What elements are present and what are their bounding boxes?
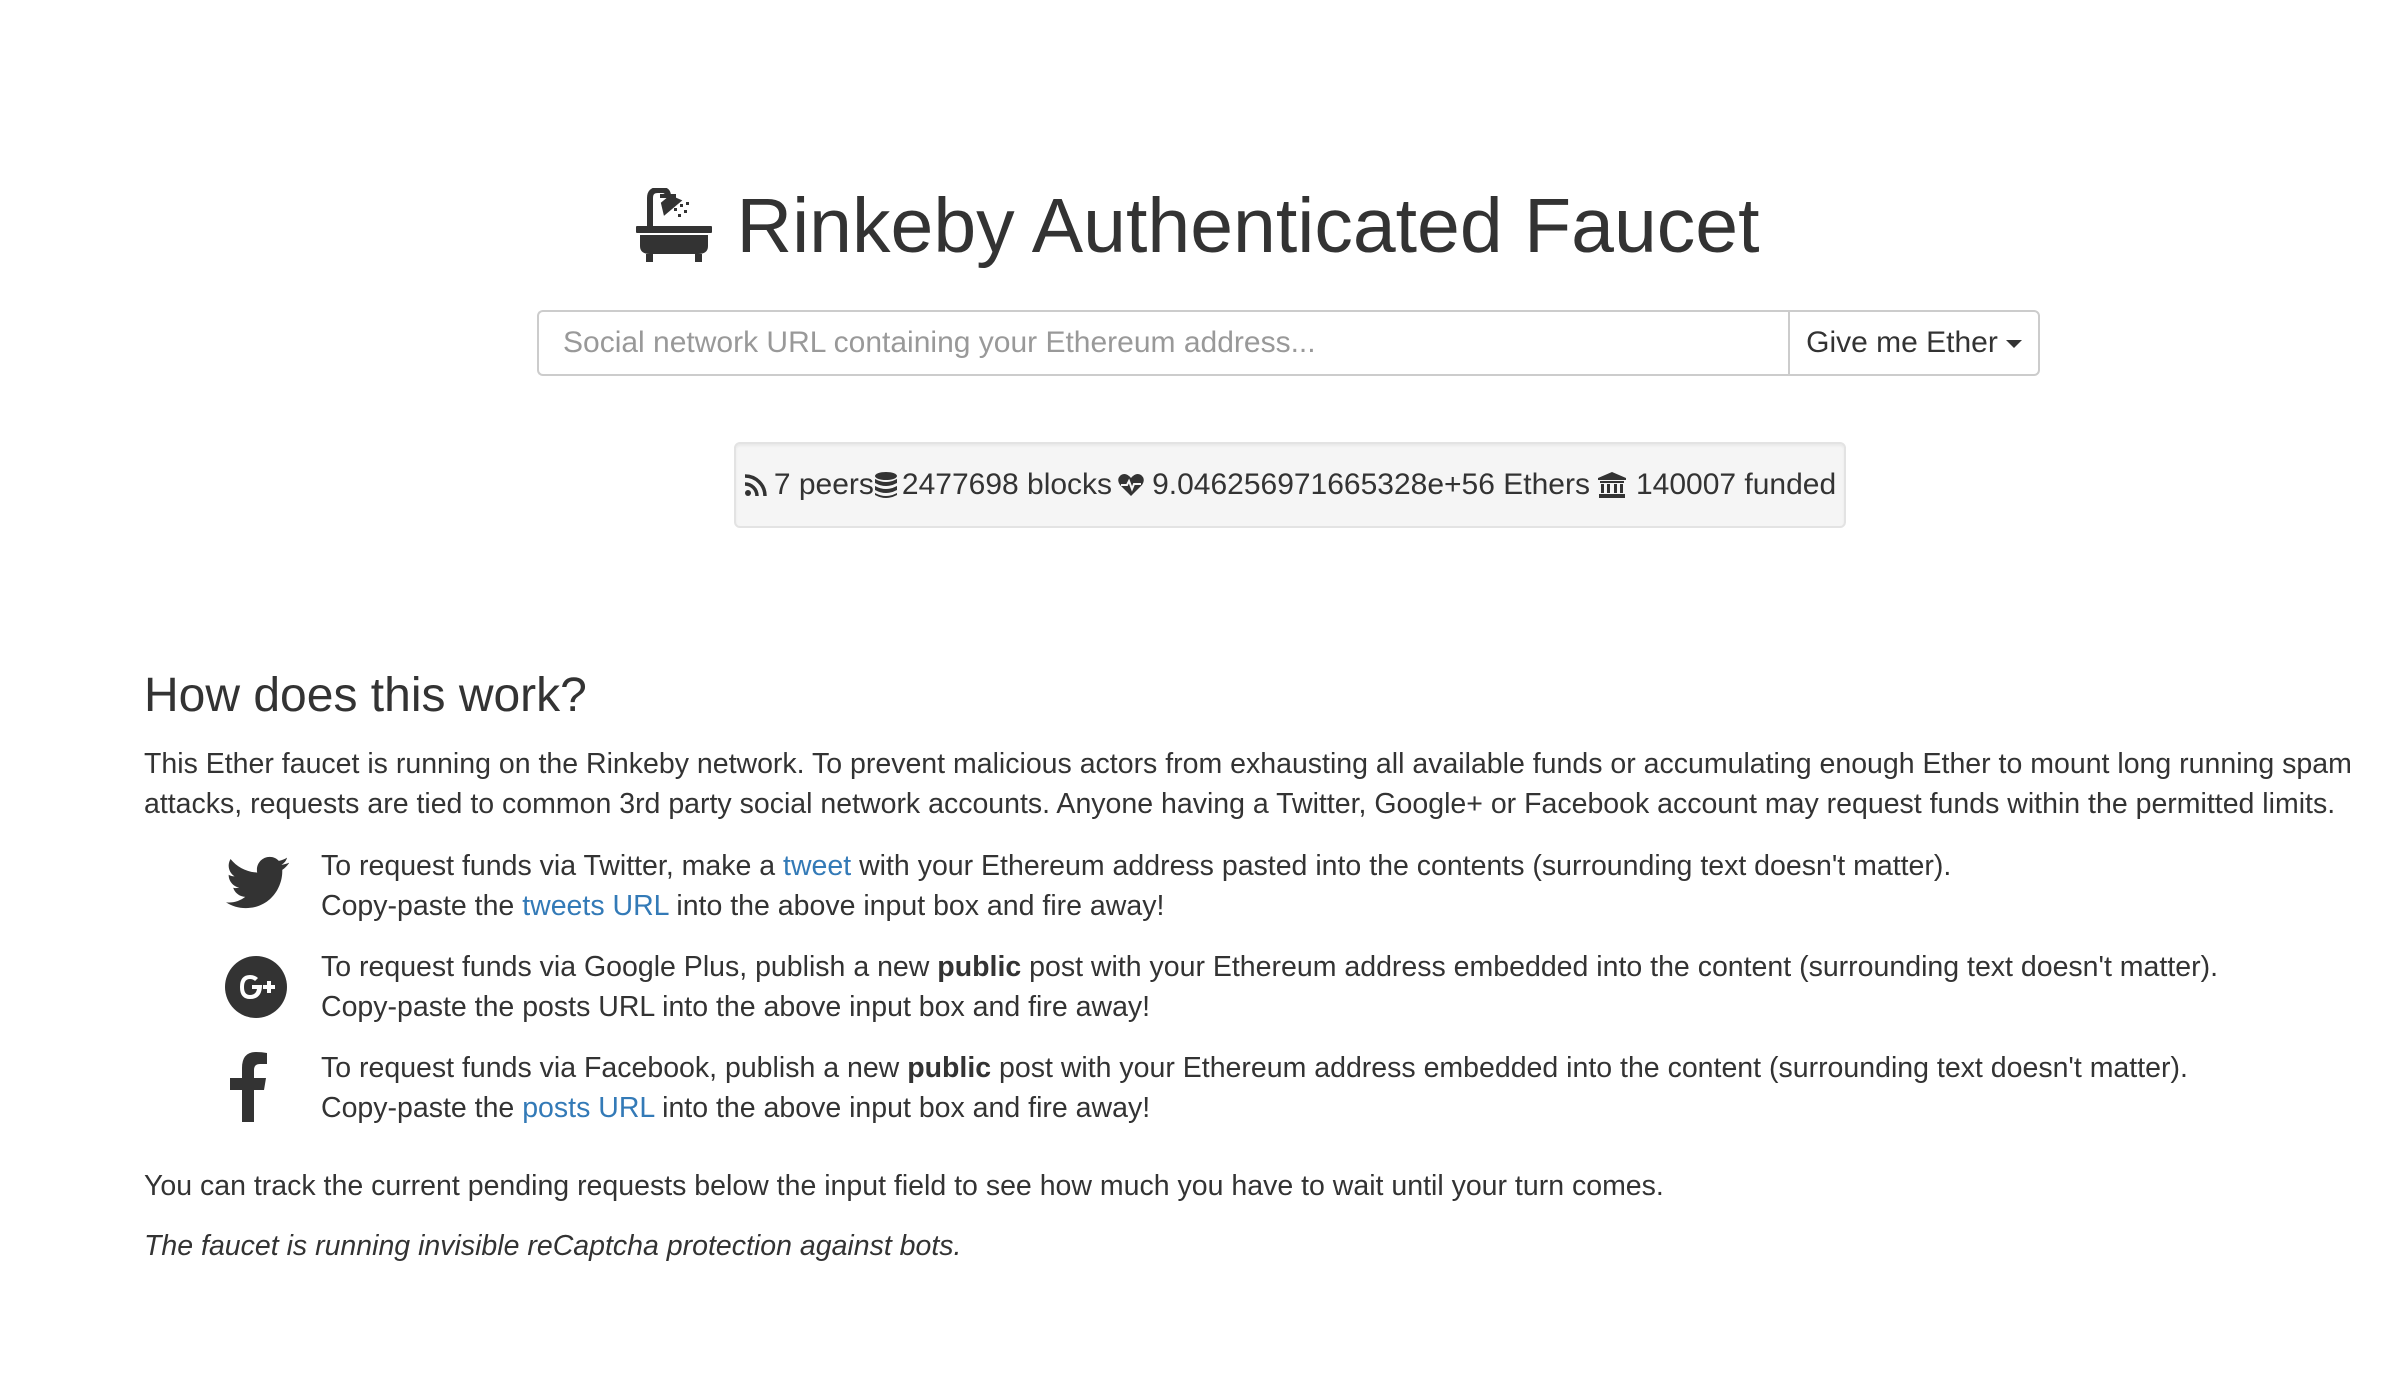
give-me-ether-button[interactable]: Give me Ether (1788, 310, 2040, 376)
public-emphasis: public (937, 951, 1022, 983)
facebook-icon (230, 1052, 267, 1122)
tweets-url-link[interactable]: tweets URL (522, 890, 668, 922)
track-requests-text: You can track the current pending reques… (144, 1170, 1664, 1202)
page-title: Rinkeby Authenticated Faucet (736, 182, 1760, 269)
blocks-stat: 2477698 blocks (874, 468, 1112, 502)
public-emphasis: public (907, 1052, 992, 1084)
google-plus-line-2: Copy-paste the posts URL into the above … (321, 991, 1151, 1023)
facebook-line-1-tail: post with your Ethereum address embedded… (991, 1052, 2188, 1084)
twitter-line-1-text: To request funds via Twitter, make a (321, 850, 784, 882)
page-header: Rinkeby Authenticated Faucet (0, 176, 2396, 276)
blocks-count: 2477698 blocks (901, 468, 1113, 501)
ethers-balance: 9.046256971665328e+56 Ethers (1152, 468, 1590, 501)
google-plus-line-1: To request funds via Google Plus, publis… (321, 947, 2218, 987)
google-line-1-text: To request funds via Google Plus, publis… (321, 951, 938, 983)
network-stats: 7 peers 2477698 blocks 9.046256971665328… (734, 442, 1846, 528)
twitter-icon (226, 856, 289, 909)
google-plus-icon (225, 956, 287, 1018)
twitter-line-2-tail: into the above input box and fire away! (668, 890, 1165, 922)
twitter-line-1: To request funds via Twitter, make a twe… (321, 846, 1951, 886)
facebook-line-1: To request funds via Facebook, publish a… (321, 1048, 2188, 1088)
twitter-line-2-text: Copy-paste the (321, 890, 523, 922)
twitter-method: To request funds via Twitter, make a twe… (144, 846, 2354, 926)
bank-icon (1597, 472, 1626, 498)
bath-icon (636, 188, 713, 262)
peers-count: 7 peers (773, 468, 874, 501)
how-heading: How does this work? (144, 669, 587, 722)
tweet-link[interactable]: tweet (783, 850, 851, 882)
twitter-line-1-tail: with your Ethereum address pasted into t… (851, 850, 1952, 882)
google-plus-instructions: To request funds via Google Plus, publis… (321, 947, 2218, 1027)
recaptcha-note: The faucet is running invisible reCaptch… (144, 1230, 962, 1262)
caret-down-icon (2005, 340, 2022, 348)
ethers-stat: 9.046256971665328e+56 Ethers (1118, 468, 1590, 502)
google-line-1-tail: post with your Ethereum address embedded… (1021, 951, 2218, 983)
facebook-line-1-text: To request funds via Facebook, publish a… (321, 1052, 908, 1084)
request-form: Give me Ether (537, 310, 2040, 376)
database-icon (874, 472, 897, 498)
twitter-line-2: Copy-paste the tweets URL into the above… (321, 886, 1951, 926)
facebook-line-2: Copy-paste the posts URL into the above … (321, 1088, 2188, 1128)
facebook-line-2-tail: into the above input box and fire away! (654, 1092, 1151, 1124)
google-plus-method: To request funds via Google Plus, publis… (144, 947, 2354, 1027)
url-input[interactable] (537, 310, 1788, 376)
facebook-line-2-text: Copy-paste the (321, 1092, 523, 1124)
posts-url-link[interactable]: posts URL (522, 1092, 654, 1124)
funded-count: 140007 funded (1635, 468, 1837, 501)
facebook-method: To request funds via Facebook, publish a… (144, 1048, 2354, 1128)
rss-icon (744, 474, 767, 497)
funded-stat: 140007 funded (1597, 468, 1837, 502)
facebook-instructions: To request funds via Facebook, publish a… (321, 1048, 2188, 1128)
give-me-ether-label: Give me Ether (1806, 326, 1998, 359)
peers-stat: 7 peers (744, 468, 874, 502)
heartbeat-icon (1118, 474, 1144, 496)
twitter-instructions: To request funds via Twitter, make a twe… (321, 846, 1951, 926)
intro-paragraph: This Ether faucet is running on the Rink… (144, 748, 2352, 820)
